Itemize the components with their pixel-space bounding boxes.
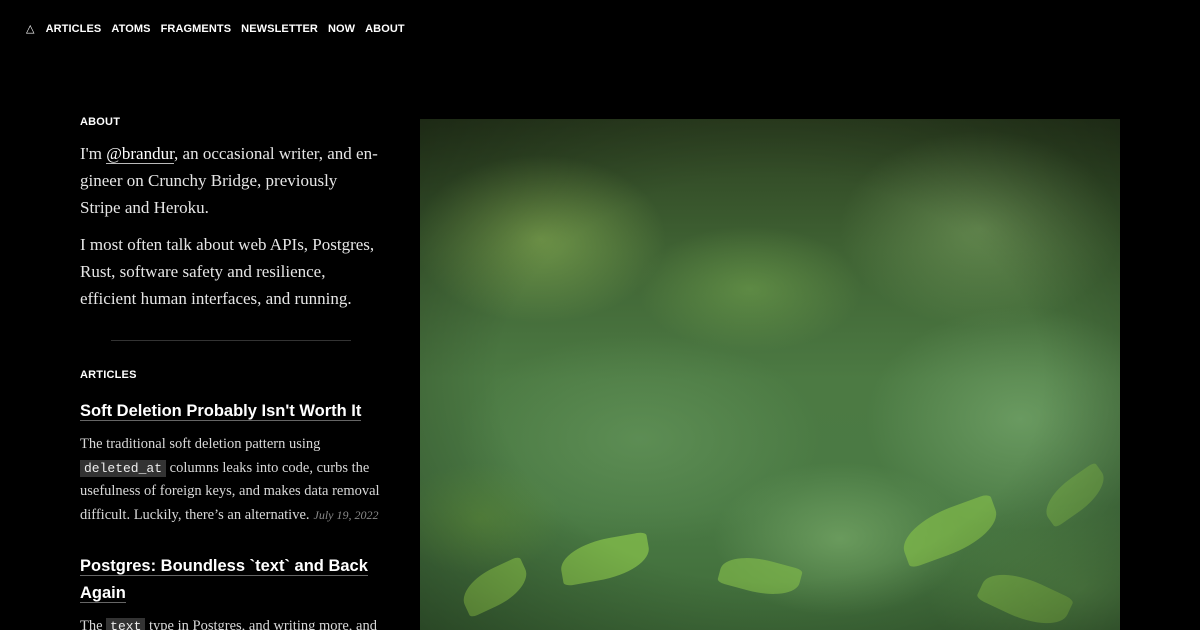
article-title: Postgres: Boundless `text` and Back Agai… [80,553,382,607]
nav-newsletter[interactable]: NEWSLETTER [241,23,318,35]
section-divider [111,340,351,341]
nav-articles[interactable]: ARTICLES [46,23,102,35]
about-paragraph-2: I most often talk about web APIs, Postgr… [80,235,375,308]
fern-photo-image [420,119,1120,630]
article-description: The text type in Postgres, and writing m… [80,615,382,630]
about-heading: ABOUT [80,116,121,128]
article-date: July 19, 2022 [313,507,379,522]
article-description: The traditional soft deletion pattern us… [80,436,380,523]
home-triangle-icon[interactable]: △ [26,22,35,35]
article-title-link[interactable]: Soft Deletion Probably Isn't Worth It [80,402,362,421]
left-column: ABOUT I'm @brandur, an occasional writer… [80,116,382,630]
articles-section: ARTICLES Soft Deletion Probably Isn't Wo… [80,369,382,630]
nav-atoms[interactable]: ATOMS [111,23,150,35]
inline-code: text [106,618,146,630]
article-item: Postgres: Boundless `text` and Back Agai… [80,553,382,630]
photo-vignette [420,119,1120,630]
nav-about[interactable]: ABOUT [365,23,405,35]
about-paragraph-1: I'm @brandur, an occasional writer, and … [80,144,378,217]
article-title: Soft Deletion Probably Isn't Worth It [80,398,382,425]
nav-now[interactable]: NOW [328,23,355,35]
article-item: Soft Deletion Probably Isn't Worth It Th… [80,398,382,527]
inline-code: deleted_at [80,459,167,477]
articles-heading: ARTICLES [80,369,137,381]
brandur-handle-link[interactable]: @brandur [106,144,175,164]
top-nav: △ ARTICLES ATOMS FRAGMENTS NEWSLETTER NO… [26,22,415,36]
nav-fragments[interactable]: FRAGMENTS [161,23,232,35]
article-title-link[interactable]: Postgres: Boundless `text` and Back Agai… [80,557,368,603]
about-section: ABOUT I'm @brandur, an occasional writer… [80,116,382,312]
